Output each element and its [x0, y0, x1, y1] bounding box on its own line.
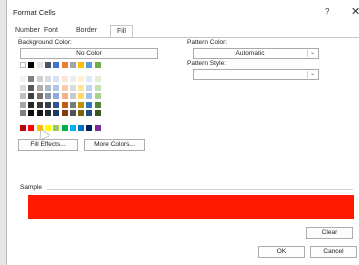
- cancel-button[interactable]: Cancel: [310, 246, 357, 258]
- theme-tint-swatch[interactable]: [94, 84, 101, 91]
- theme-tint-swatch[interactable]: [28, 84, 35, 91]
- theme-tint-swatch[interactable]: [53, 93, 60, 100]
- theme-tint-swatch[interactable]: [53, 110, 60, 117]
- clear-button[interactable]: Clear: [306, 227, 353, 239]
- theme-tint-swatch[interactable]: [36, 93, 43, 100]
- theme-color-swatch[interactable]: [61, 62, 68, 68]
- theme-tint-swatch[interactable]: [53, 76, 60, 82]
- theme-tint-swatch[interactable]: [20, 76, 26, 82]
- chevron-down-icon: ⌄: [307, 50, 317, 57]
- chevron-down-icon: ⌄: [307, 71, 317, 78]
- standard-color-swatch[interactable]: [53, 125, 60, 131]
- sample-preview: [28, 195, 354, 219]
- theme-tint-swatch[interactable]: [86, 76, 93, 82]
- theme-tint-swatch[interactable]: [86, 110, 93, 117]
- theme-tint-swatch[interactable]: [61, 84, 68, 91]
- theme-tint-swatch[interactable]: [28, 101, 35, 108]
- theme-tint-swatch[interactable]: [53, 101, 60, 108]
- standard-color-swatch[interactable]: [69, 125, 76, 131]
- theme-tint-swatch[interactable]: [20, 110, 26, 117]
- sample-group-line: [47, 189, 353, 190]
- theme-color-swatch[interactable]: [28, 62, 35, 68]
- theme-tint-swatch[interactable]: [20, 93, 26, 100]
- more-colors-button[interactable]: More Colors...: [84, 139, 145, 151]
- theme-tint-swatch[interactable]: [36, 84, 43, 91]
- no-color-button[interactable]: No Color: [20, 48, 158, 59]
- theme-tint-swatch[interactable]: [86, 93, 93, 100]
- theme-tint-swatch[interactable]: [69, 93, 76, 100]
- theme-tint-swatch[interactable]: [44, 93, 51, 100]
- theme-tint-swatch[interactable]: [44, 76, 51, 82]
- theme-tint-swatch[interactable]: [61, 110, 68, 117]
- theme-tint-swatch[interactable]: [69, 76, 76, 82]
- theme-tint-swatch[interactable]: [94, 101, 101, 108]
- theme-tint-swatch[interactable]: [61, 93, 68, 100]
- background-color-label: Background Color:: [18, 39, 72, 46]
- theme-tint-swatch[interactable]: [78, 101, 85, 108]
- theme-color-swatch[interactable]: [44, 62, 51, 68]
- standard-color-swatch[interactable]: [28, 125, 35, 131]
- theme-tint-swatch[interactable]: [20, 101, 26, 108]
- theme-tint-swatch[interactable]: [36, 110, 43, 117]
- theme-tint-swatch[interactable]: [36, 101, 43, 108]
- close-icon[interactable]: ✕: [351, 5, 359, 18]
- theme-tint-swatch[interactable]: [78, 76, 85, 82]
- tab-font[interactable]: Font: [44, 27, 58, 34]
- pattern-style-label: Pattern Style:: [187, 60, 227, 67]
- pattern-color-select[interactable]: Automatic ⌄: [193, 48, 319, 59]
- theme-tint-swatch[interactable]: [44, 110, 51, 117]
- theme-tint-swatch[interactable]: [69, 101, 76, 108]
- standard-color-swatch[interactable]: [86, 125, 93, 131]
- theme-tint-swatch[interactable]: [78, 84, 85, 91]
- sample-label: Sample: [20, 184, 45, 191]
- theme-tint-swatch[interactable]: [69, 84, 76, 91]
- theme-tint-swatch[interactable]: [69, 110, 76, 117]
- standard-color-swatch[interactable]: [20, 125, 26, 131]
- theme-tint-swatch[interactable]: [78, 93, 85, 100]
- pattern-color-value: Automatic: [235, 50, 265, 57]
- theme-tint-swatch[interactable]: [94, 93, 101, 100]
- dialog-title: Format Cells: [13, 8, 56, 17]
- standard-color-swatch[interactable]: [61, 125, 68, 131]
- tab-number[interactable]: Number: [15, 27, 40, 34]
- theme-tint-swatch[interactable]: [36, 76, 43, 82]
- theme-tint-swatch[interactable]: [94, 76, 101, 82]
- tab-border[interactable]: Border: [76, 27, 97, 34]
- pattern-color-label: Pattern Color:: [187, 39, 228, 46]
- theme-tint-swatch[interactable]: [20, 84, 26, 91]
- theme-color-swatch[interactable]: [36, 62, 43, 68]
- tab-panel-border: [19, 37, 359, 38]
- theme-color-swatch[interactable]: [94, 62, 101, 68]
- standard-color-swatch[interactable]: [94, 125, 101, 131]
- title-bar: Format Cells ? ✕: [7, 0, 359, 24]
- help-button[interactable]: ?: [325, 7, 329, 16]
- theme-tint-swatch[interactable]: [28, 110, 35, 117]
- fill-effects-button[interactable]: Fill Effects...: [18, 139, 78, 151]
- standard-color-swatch[interactable]: [78, 125, 85, 131]
- theme-tint-swatch[interactable]: [28, 76, 35, 82]
- theme-tint-swatch[interactable]: [44, 101, 51, 108]
- theme-tint-swatch[interactable]: [44, 84, 51, 91]
- format-cells-dialog: Format Cells ? ✕ Number Font Border Fill…: [6, 0, 359, 265]
- theme-tint-swatch[interactable]: [78, 110, 85, 117]
- theme-color-swatch[interactable]: [86, 62, 93, 68]
- theme-color-swatch[interactable]: [53, 62, 60, 68]
- theme-tint-swatch[interactable]: [94, 110, 101, 117]
- pattern-style-select[interactable]: ⌄: [193, 69, 319, 80]
- ok-button[interactable]: OK: [258, 246, 305, 258]
- theme-tint-swatch[interactable]: [61, 76, 68, 82]
- theme-tint-swatch[interactable]: [28, 93, 35, 100]
- theme-tint-swatch[interactable]: [61, 101, 68, 108]
- theme-tint-swatch[interactable]: [86, 84, 93, 91]
- theme-tint-swatch[interactable]: [53, 84, 60, 91]
- theme-color-swatch[interactable]: [78, 62, 85, 68]
- theme-color-swatch[interactable]: [69, 62, 76, 68]
- theme-tint-swatch[interactable]: [86, 101, 93, 108]
- theme-color-swatch[interactable]: [20, 62, 26, 68]
